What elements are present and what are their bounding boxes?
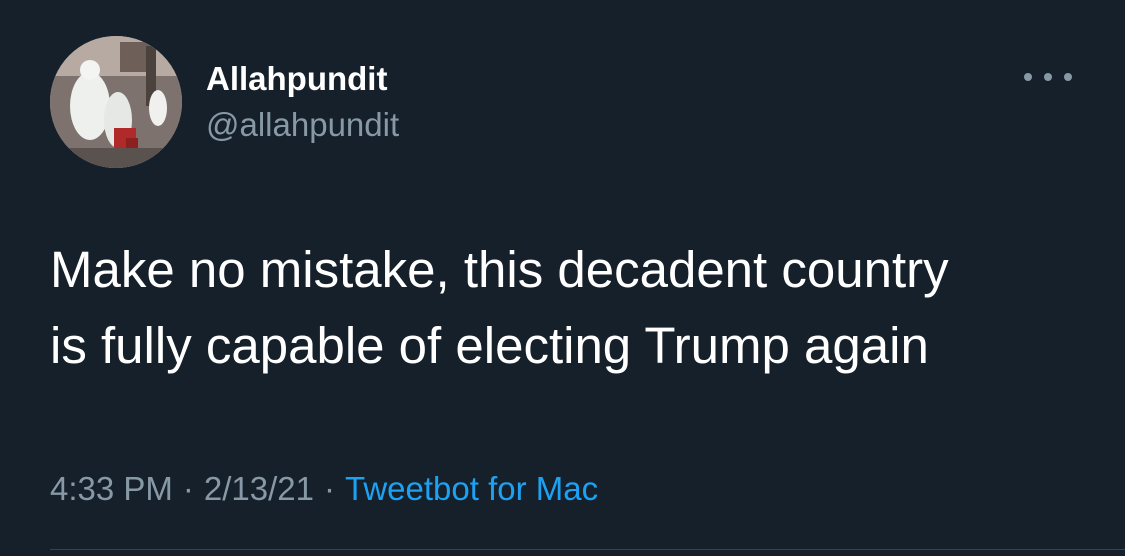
divider: [50, 549, 1125, 550]
tweet-text-line: Make no mistake, this decadent country: [50, 241, 949, 298]
tweet-date[interactable]: 2/13/21: [204, 470, 314, 507]
avatar-photo: [50, 36, 182, 168]
more-horizontal-icon-dot: [1064, 73, 1072, 81]
tweet-metadata: 4:33 PM · 2/13/21 · Tweetbot for Mac: [50, 470, 598, 508]
tweet-card: Allahpundit @allahpundit Make no mistake…: [0, 0, 1125, 556]
more-horizontal-icon: [1024, 73, 1032, 81]
more-options-button[interactable]: [1024, 66, 1072, 88]
more-horizontal-icon-dot: [1044, 73, 1052, 81]
tweet-time[interactable]: 4:33 PM: [50, 470, 173, 507]
author-display-name[interactable]: Allahpundit: [206, 60, 387, 98]
avatar[interactable]: [50, 36, 182, 168]
tweet-source-link[interactable]: Tweetbot for Mac: [345, 470, 598, 507]
meta-separator: ·: [324, 470, 336, 507]
tweet-text: Make no mistake, this decadent country i…: [50, 232, 1100, 384]
tweet-text-line: is fully capable of electing Trump again: [50, 317, 929, 374]
author-handle[interactable]: @allahpundit: [206, 106, 399, 144]
meta-separator: ·: [182, 470, 194, 507]
